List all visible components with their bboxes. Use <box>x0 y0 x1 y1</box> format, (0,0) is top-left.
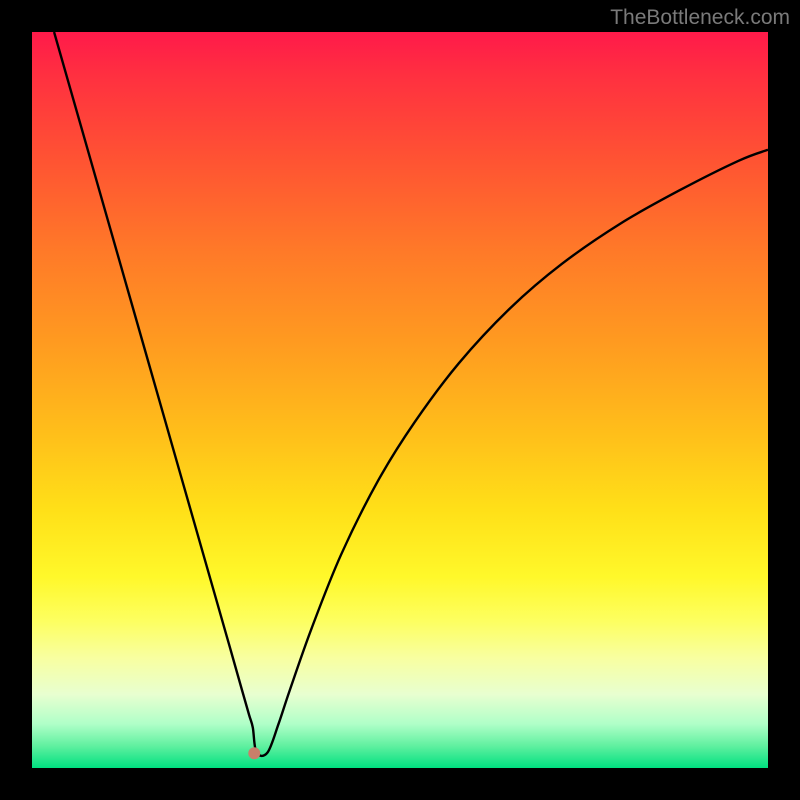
optimal-point-marker <box>248 747 260 759</box>
curve-layer <box>32 32 768 768</box>
chart-container: TheBottleneck.com <box>0 0 800 800</box>
bottleneck-curve <box>54 32 768 756</box>
watermark-text: TheBottleneck.com <box>610 6 790 30</box>
plot-area <box>32 32 768 768</box>
